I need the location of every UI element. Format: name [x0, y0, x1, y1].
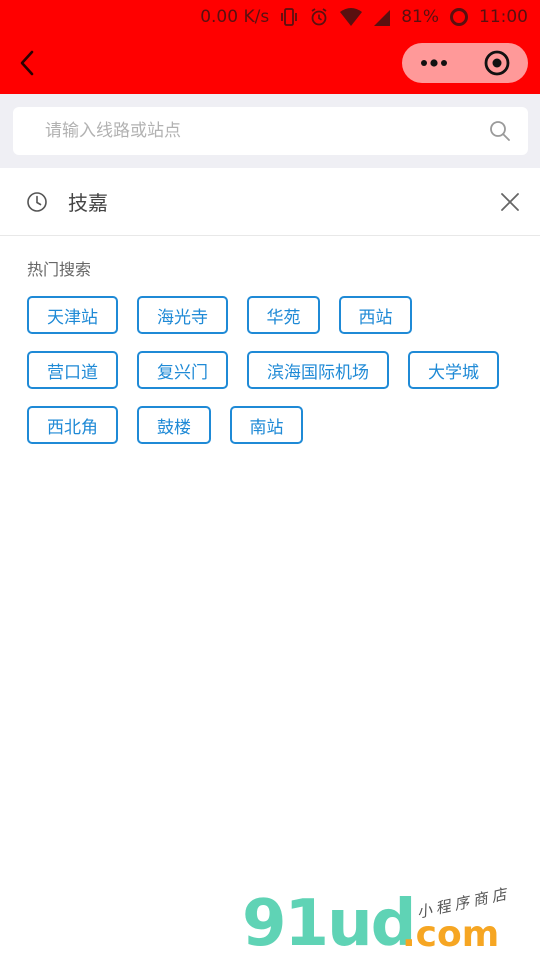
status-bar: 0.00 K/s 81% 11:00	[0, 0, 540, 34]
mini-program-capsule	[402, 43, 528, 83]
history-clock-icon	[0, 191, 74, 213]
hot-tag[interactable]: 西站	[339, 296, 412, 334]
network-speed: 0.00 K/s	[200, 7, 270, 27]
back-button[interactable]	[12, 44, 42, 82]
hot-tag[interactable]: 大学城	[408, 351, 499, 389]
watermark-domain: .com	[402, 914, 500, 955]
battery-icon	[449, 7, 469, 27]
tag-row: 天津站 海光寺 华苑 西站	[27, 296, 527, 334]
watermark-logo: 91ud .com 小程序商店	[240, 884, 540, 960]
hot-tag[interactable]: 复兴门	[137, 351, 228, 389]
wifi-icon	[339, 7, 363, 27]
search-box	[13, 107, 528, 155]
history-item: 技嘉	[0, 168, 540, 236]
history-term[interactable]: 技嘉	[68, 187, 480, 216]
hot-tag[interactable]: 南站	[230, 406, 303, 444]
signal-icon	[373, 7, 391, 27]
search-icon	[490, 121, 510, 141]
hot-tag[interactable]: 华苑	[247, 296, 320, 334]
battery-percent: 81%	[401, 7, 439, 27]
hot-search-title: 热门搜索	[27, 260, 92, 279]
history-delete-button[interactable]	[480, 168, 540, 235]
search-section	[0, 94, 540, 168]
search-input[interactable]	[13, 107, 480, 155]
hot-search-tags: 天津站 海光寺 华苑 西站 营口道 复兴门 滨海国际机场 大学城 西北角 鼓楼 …	[27, 296, 527, 461]
hot-tag[interactable]: 海光寺	[137, 296, 228, 334]
more-dots-icon	[420, 59, 447, 67]
tag-row: 西北角 鼓楼 南站	[27, 406, 527, 444]
alarm-icon	[309, 7, 329, 27]
tag-row: 营口道 复兴门 滨海国际机场 大学城	[27, 351, 527, 389]
close-mini-program-button[interactable]	[465, 43, 528, 83]
watermark-brand: 91ud	[242, 887, 416, 960]
hot-tag[interactable]: 滨海国际机场	[247, 351, 389, 389]
target-circle-icon	[484, 50, 509, 76]
hot-tag[interactable]: 西北角	[27, 406, 118, 444]
vibrate-icon	[279, 7, 299, 27]
hot-tag[interactable]: 营口道	[27, 351, 118, 389]
header-bar: 0.00 K/s 81% 11:00	[0, 0, 540, 94]
search-button[interactable]	[480, 107, 520, 155]
clock-time: 11:00	[479, 7, 528, 27]
more-button[interactable]	[402, 43, 465, 83]
hot-tag[interactable]: 鼓楼	[137, 406, 211, 444]
hot-tag[interactable]: 天津站	[27, 296, 118, 334]
close-icon	[501, 192, 519, 211]
chevron-left-icon	[20, 50, 34, 76]
